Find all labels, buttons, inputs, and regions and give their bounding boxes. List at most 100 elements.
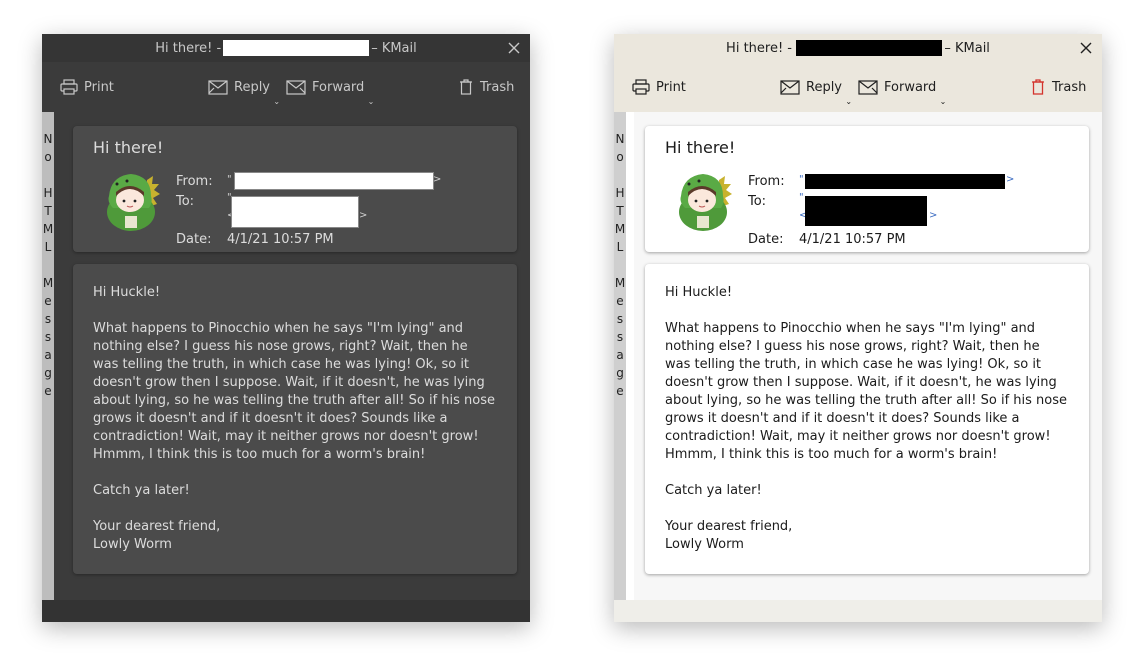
status-bar — [614, 600, 1102, 622]
redacted-recipient-name — [796, 40, 943, 56]
chevron-down-icon[interactable]: ⌄ — [845, 97, 852, 106]
html-status-char: T — [616, 204, 624, 218]
html-status-char: o — [616, 150, 624, 164]
html-status-char: M — [42, 276, 54, 290]
message-subject: Hi there! — [93, 138, 164, 157]
trash-icon — [460, 79, 472, 95]
redacted-from-address — [805, 174, 1005, 189]
message-header-card: Hi there! From: " > — [645, 126, 1089, 252]
chevron-down-icon[interactable]: ⌄ — [273, 97, 280, 106]
html-status-char: L — [44, 240, 52, 254]
toolbar: Print Reply ⌄ Forward ⌄ Trash — [42, 62, 530, 112]
trash-icon — [1032, 79, 1044, 95]
from-open-quote: " — [227, 174, 232, 185]
message-pane: Hi there! From: " > — [634, 112, 1102, 600]
message-header-card: Hi there! From: " > — [73, 126, 517, 252]
html-status-bar: No HTML Message — [614, 112, 626, 600]
redacted-from-address — [234, 172, 434, 190]
to-label: To: — [748, 194, 767, 209]
from-label: From: — [176, 174, 213, 189]
html-status-char: s — [44, 330, 52, 344]
chevron-down-icon[interactable]: ⌄ — [940, 97, 947, 106]
html-status-char: e — [616, 294, 624, 308]
toolbar: Print Reply ⌄ Forward ⌄ Trash — [614, 62, 1102, 113]
html-status-char — [614, 166, 626, 184]
html-status-char: g — [616, 366, 624, 380]
title-bar[interactable]: Hi there! - r – KMail — [614, 34, 1102, 62]
html-status-char: e — [616, 384, 624, 398]
redacted-recipient-name — [223, 40, 370, 56]
html-status-char: N — [615, 132, 625, 146]
date-label: Date: — [748, 232, 784, 247]
forward-button[interactable]: Forward ⌄ — [858, 76, 946, 106]
chevron-down-icon[interactable]: ⌄ — [368, 97, 375, 106]
reply-button[interactable]: Reply ⌄ — [208, 76, 280, 106]
scrollbar[interactable] — [626, 112, 634, 600]
scrollbar[interactable] — [54, 112, 62, 600]
html-status-char: H — [615, 186, 625, 200]
html-status-text: No HTML Message — [614, 130, 626, 400]
html-status-char — [614, 256, 626, 274]
redacted-to-address — [805, 196, 927, 226]
html-status-char: a — [616, 348, 624, 362]
html-status-char: e — [44, 384, 52, 398]
print-button[interactable]: Print — [60, 76, 114, 98]
avatar — [679, 174, 732, 231]
html-status-char: T — [44, 204, 52, 218]
html-status-char — [42, 166, 54, 184]
message-viewer: No HTML Message Hi there! From: " > To: … — [42, 112, 530, 600]
from-close-bracket: > — [433, 174, 442, 185]
kmail-window-light: Hi there! - r – KMail Print Reply ⌄ — [614, 34, 1102, 622]
forward-button[interactable]: Forward ⌄ — [286, 76, 374, 106]
html-status-char: a — [44, 348, 52, 362]
close-icon[interactable] — [506, 40, 522, 56]
to-close-bracket: > — [359, 210, 368, 221]
html-status-char: o — [44, 150, 52, 164]
message-body-card: Hi Huckle! What happens to Pinocchio whe… — [645, 264, 1089, 574]
message-body-card: Hi Huckle! What happens to Pinocchio whe… — [73, 264, 517, 574]
html-status-char — [42, 256, 54, 274]
forward-mail-icon — [286, 80, 306, 95]
forward-mail-icon — [858, 80, 878, 95]
status-bar — [42, 600, 530, 622]
from-open-quote: " — [799, 174, 804, 185]
window-title: Hi there! - – KMail — [155, 40, 417, 56]
message-body: Hi Huckle! What happens to Pinocchio whe… — [93, 285, 496, 552]
html-status-char: M — [614, 222, 626, 236]
html-status-char: s — [44, 312, 52, 326]
redacted-to-address — [231, 196, 359, 228]
print-button[interactable]: Print — [632, 76, 686, 98]
title-bar[interactable]: Hi there! - – KMail — [42, 34, 530, 62]
message-body: Hi Huckle! What happens to Pinocchio whe… — [665, 285, 1068, 552]
kmail-window-dark: Hi there! - – KMail Print Reply ⌄ Forwar… — [42, 34, 530, 622]
message-viewer: No HTML Message Hi there! From: " > To: … — [614, 112, 1102, 600]
html-status-text: No HTML Message — [42, 130, 54, 400]
html-status-char: g — [44, 366, 52, 380]
html-status-char: M — [42, 222, 54, 236]
html-status-char: M — [614, 276, 626, 290]
reply-mail-icon — [208, 80, 228, 95]
close-icon[interactable] — [1078, 40, 1094, 56]
html-status-bar: No HTML Message — [42, 112, 54, 600]
to-open-quote: " — [799, 192, 804, 203]
html-status-char: s — [616, 330, 624, 344]
html-status-char: N — [43, 132, 53, 146]
reply-mail-icon — [780, 80, 800, 95]
trash-button[interactable]: Trash — [458, 76, 514, 98]
reply-button[interactable]: Reply ⌄ — [780, 76, 852, 106]
avatar — [107, 174, 160, 231]
printer-icon — [632, 79, 650, 95]
window-title: Hi there! - r – KMail — [726, 40, 990, 56]
from-label: From: — [748, 174, 785, 189]
from-close-bracket: > — [1006, 174, 1015, 185]
date-value: 4/1/21 10:57 PM — [799, 232, 906, 247]
message-pane: Hi there! From: " > — [62, 112, 530, 600]
date-label: Date: — [176, 232, 212, 247]
to-close-bracket: > — [929, 210, 938, 221]
html-status-char: L — [616, 240, 624, 254]
trash-button[interactable]: Trash — [1030, 76, 1086, 98]
message-subject: Hi there! — [665, 138, 736, 157]
date-value: 4/1/21 10:57 PM — [227, 232, 334, 247]
html-status-char: e — [44, 294, 52, 308]
printer-icon — [60, 79, 78, 95]
